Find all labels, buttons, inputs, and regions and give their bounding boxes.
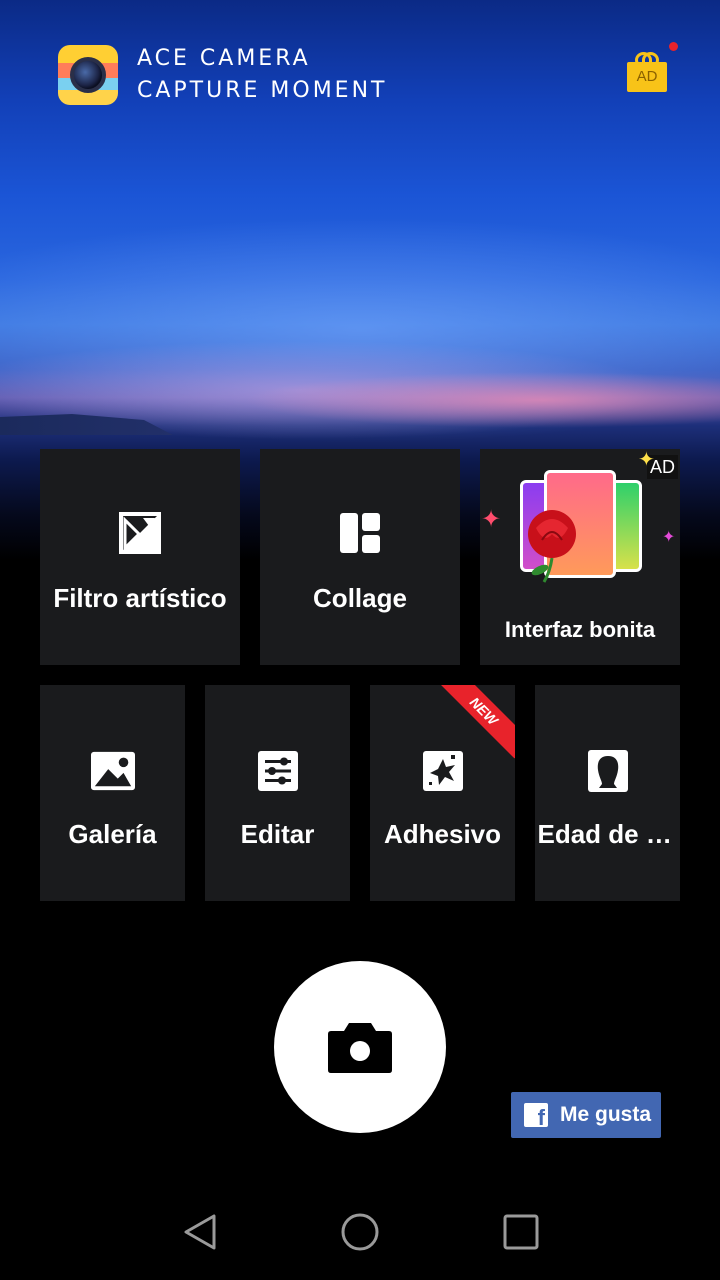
art-filter-icon [118,511,162,555]
back-triangle-icon[interactable] [182,1212,222,1252]
app-title-line2: CAPTURE MOMENT [137,78,388,103]
gift-ad-label: AD [627,62,667,92]
system-navigation-bar [0,1180,720,1280]
sparkle-icon: ✦ [662,529,676,546]
facebook-like-label: Me gusta [560,1103,652,1126]
tile-face-age-label: Edad de la cara [537,819,678,849]
app-title-line1: ACE CAMERA [137,46,311,71]
shutter-button[interactable] [274,961,446,1133]
facebook-like-button[interactable]: f Me gusta [511,1092,661,1138]
collage-layout-icon [338,511,382,555]
tile-collage-label: Collage [313,583,407,613]
themes-phones-rose-icon [520,470,644,583]
tile-sticker-label: Adhesivo [383,819,502,849]
tile-pretty-interface-label: Interfaz bonita [504,617,656,642]
app-brand: ACE CAMERA CAPTURE MOMENT [58,43,387,107]
image-gallery-icon [90,749,135,793]
recents-square-icon[interactable] [501,1212,541,1252]
tile-edit[interactable]: Editar [205,685,350,901]
home-circle-icon[interactable] [340,1212,380,1252]
tile-collage[interactable]: Collage [260,449,460,665]
new-ribbon: NEW [436,685,515,759]
tile-face-age[interactable]: Edad de la cara [535,685,680,901]
facebook-icon: f [524,1103,548,1127]
camera-icon [328,1023,392,1073]
tile-art-filter-label: Filtro artístico [53,583,227,613]
face-silhouette-icon [586,749,630,793]
tile-art-filter[interactable]: Filtro artístico [40,449,240,665]
sticker-icon [421,749,465,793]
distant-land-silhouette [0,414,173,435]
gift-ad-button[interactable]: AD [627,42,678,92]
tile-sticker[interactable]: NEW Adhesivo [370,685,515,901]
sparkle-icon: ✦ [481,506,502,533]
tile-gallery-label: Galería [68,819,157,849]
sliders-edit-icon [256,749,300,793]
notification-dot [669,42,678,51]
app-title: ACE CAMERA CAPTURE MOMENT [137,43,387,107]
tile-edit-label: Editar [240,819,315,849]
tile-gallery[interactable]: Galería [40,685,185,901]
sparkle-icon: ✦ [638,449,655,471]
camera-lens-icon [58,45,118,105]
